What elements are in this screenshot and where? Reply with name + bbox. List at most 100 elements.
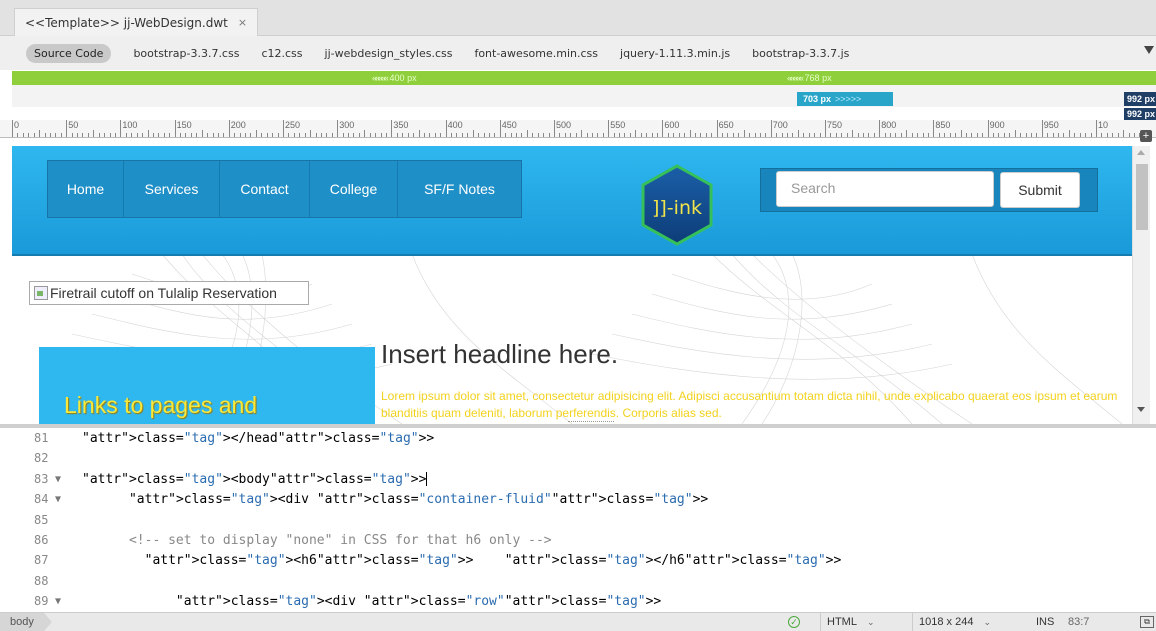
ruler-tick	[283, 120, 284, 137]
ruler-tick	[732, 133, 734, 137]
lorem-paragraph[interactable]: Lorem ipsum dolor sit amet, consectetur …	[381, 388, 1121, 422]
document-type-select[interactable]: HTML ⌄	[820, 613, 908, 631]
ruler-tick	[673, 133, 675, 137]
scroll-up-icon[interactable]	[1137, 150, 1145, 155]
ruler-tick	[423, 133, 425, 137]
code-line[interactable]: 85	[0, 512, 1156, 529]
ruler-tick	[1020, 133, 1022, 137]
media-query-bar-green[interactable]	[12, 71, 1156, 85]
media-query-green-right-label[interactable]: ««««« 768 px	[787, 71, 832, 85]
ruler-tick	[651, 133, 653, 137]
horizontal-ruler: 0 50 100 150 200 250 300 350 400 450 500 550 600 650 7…	[0, 120, 1156, 138]
ruler-tick	[526, 130, 528, 137]
chevrons-right-icon: >>>>>	[835, 94, 862, 104]
filter-funnel-icon[interactable]	[1144, 46, 1154, 54]
ruler-tick	[597, 133, 599, 137]
related-file-bootstrap-js[interactable]: bootstrap-3.3.7.js	[752, 47, 849, 60]
ruler-tick	[12, 120, 13, 137]
ruler-label: 850	[935, 120, 951, 130]
ruler-tick	[304, 133, 306, 137]
media-query-max-1[interactable]: 992 px	[1124, 92, 1156, 106]
ruler-tick	[656, 133, 658, 137]
ruler-tick	[678, 133, 680, 137]
scroll-thumb[interactable]	[1136, 164, 1148, 230]
nav-contact[interactable]: Contact	[220, 161, 310, 217]
ruler-label: 400	[447, 120, 463, 130]
sidebar-title: Links to pages and	[64, 392, 258, 418]
ruler-tick	[261, 133, 263, 137]
fold-arrow-icon[interactable]: ▼	[55, 471, 61, 488]
ruler-tick	[846, 133, 848, 137]
design-view[interactable]: Home Services Contact College SF/F Notes…	[12, 146, 1132, 424]
ruler-tick	[369, 133, 371, 137]
ruler-tick	[765, 133, 767, 137]
fold-arrow-icon[interactable]: ▼	[55, 491, 61, 508]
main-headline[interactable]: Insert headline here.	[381, 339, 618, 370]
media-query-bar-blue[interactable]: 703 px >>>>>	[797, 92, 893, 106]
ruler-tick	[185, 133, 187, 137]
submit-button[interactable]: Submit	[1000, 172, 1080, 208]
ruler-tick	[808, 133, 810, 137]
code-text: "attr">class="tag"></head"attr">class="t…	[82, 431, 435, 446]
ruler-plus-icon[interactable]: +	[1140, 130, 1152, 142]
nav-home[interactable]: Home	[48, 161, 124, 217]
insert-mode: INS	[1036, 616, 1055, 628]
nav-sff-notes[interactable]: SF/F Notes	[398, 161, 521, 217]
design-view-scrollbar[interactable]	[1132, 146, 1150, 424]
ruler-tick	[906, 130, 908, 137]
related-file-source-code[interactable]: Source Code	[26, 43, 112, 63]
code-line[interactable]: 89 ▼ "attr">class="tag"><div "attr">class…	[0, 593, 1156, 610]
nav-college[interactable]: College	[310, 161, 398, 217]
code-view[interactable]: 81 "attr">class="tag"></head"attr">class=…	[0, 428, 1156, 612]
ruler-tick	[342, 133, 344, 137]
media-query-green-left-label[interactable]: ««««« 400 px	[372, 71, 417, 85]
ruler-tick	[895, 133, 897, 137]
ruler-tick	[98, 133, 100, 137]
ruler-tick	[884, 133, 886, 137]
ruler-tick	[971, 133, 973, 137]
ruler-tick	[131, 133, 133, 137]
code-line[interactable]: 83 ▼ "attr">class="tag"><body"attr">class=…	[0, 471, 1156, 488]
related-file-bootstrap-css[interactable]: bootstrap-3.3.7.css	[133, 47, 239, 60]
ruler-tick	[608, 120, 610, 137]
tag-selector-body[interactable]: body	[0, 613, 52, 631]
ruler-tick	[212, 133, 214, 137]
ruler-tick	[879, 120, 881, 137]
ruler-tick	[44, 133, 46, 137]
related-file-jquery[interactable]: jquery-1.11.3.min.js	[620, 47, 730, 60]
broken-image-icon	[34, 286, 48, 300]
window-size-select[interactable]: 1018 x 244 ⌄	[912, 613, 1026, 631]
ruler-label: 100	[122, 120, 138, 130]
document-tab[interactable]: <<Template>> jj-WebDesign.dwt ×	[14, 8, 259, 36]
ruler-tick	[174, 120, 176, 137]
code-text: "attr">class="tag"><div "attr">class="co…	[128, 492, 709, 508]
search-input[interactable]: Search	[776, 171, 994, 207]
code-line[interactable]: 84 ▼ "attr">class="tag"><div "attr">class…	[0, 491, 1156, 508]
code-line[interactable]: 88	[0, 573, 1156, 590]
code-line[interactable]: 86 <!-- set to display "none" in CSS for…	[0, 532, 1156, 549]
code-line[interactable]: 87 "attr">class="tag"><h6"attr">class="t…	[0, 552, 1156, 569]
validation-ok-icon[interactable]: ✓	[788, 616, 800, 628]
ruler-tick	[472, 130, 474, 137]
broken-image-placeholder[interactable]: Firetrail cutoff on Tulalip Reservation	[29, 281, 309, 305]
nav-services[interactable]: Services	[124, 161, 220, 217]
ruler-tick	[1052, 133, 1054, 137]
fold-arrow-icon[interactable]: ▼	[55, 593, 61, 610]
ruler-tick	[965, 133, 967, 137]
scroll-down-icon[interactable]	[1137, 407, 1145, 412]
related-file-font-awesome[interactable]: font-awesome.min.css	[474, 47, 598, 60]
related-file-c12-css[interactable]: c12.css	[261, 47, 302, 60]
ruler-tick	[510, 133, 512, 137]
ruler-tick	[949, 133, 951, 137]
ruler-tick	[55, 133, 57, 137]
ruler-tick	[873, 133, 875, 137]
related-file-jj-webdesign-styles[interactable]: jj-webdesign_styles.css	[325, 47, 453, 60]
ruler-tick	[933, 120, 935, 137]
ruler-tick	[136, 133, 138, 137]
code-line[interactable]: 81 "attr">class="tag"></head"attr">class=…	[0, 430, 1156, 447]
ruler-tick	[1090, 133, 1092, 137]
close-tab-icon[interactable]: ×	[238, 16, 247, 29]
code-text: "attr">class="tag"><body"attr">class="ta…	[82, 471, 428, 487]
realtime-preview-icon[interactable]: ⧉	[1140, 616, 1154, 628]
code-line[interactable]: 82	[0, 450, 1156, 467]
